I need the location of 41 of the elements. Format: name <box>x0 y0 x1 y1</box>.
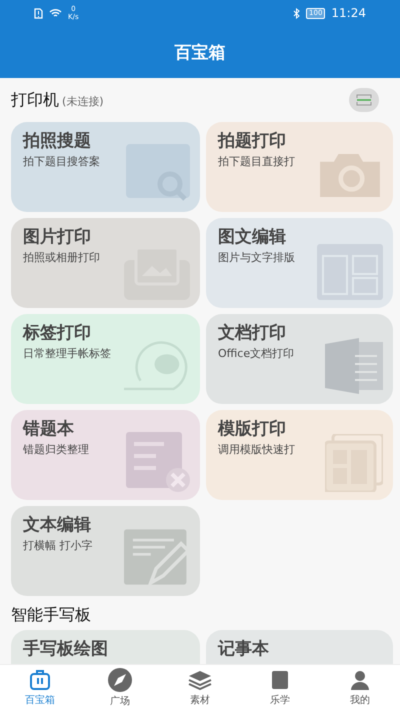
card-subtitle: Office文档打印 <box>218 346 296 361</box>
card-subtitle: 打横幅 打小字 <box>23 538 94 553</box>
card-title: 标签打印 <box>23 322 92 344</box>
feature-card[interactable]: 文本编辑 打横幅 打小字 <box>11 506 200 596</box>
card-subtitle: 拍下题目直接打 <box>218 154 296 169</box>
feature-card[interactable]: 图片打印 拍照或相册打印 <box>11 218 200 308</box>
card-title: 拍题打印 <box>218 130 287 152</box>
feature-card[interactable]: 拍题打印 拍下题目直接打 <box>206 122 393 212</box>
nav-tab[interactable]: 乐学 <box>240 665 320 711</box>
card-title: 错题本 <box>23 418 75 440</box>
feature-card[interactable]: 模版打印 调用模版快速打 <box>206 410 393 500</box>
nav-tab[interactable]: 素材 <box>160 665 240 711</box>
card-subtitle: 拍下题目搜答案 <box>23 154 101 169</box>
nav-tab[interactable]: 我的 <box>320 665 400 711</box>
feature-card[interactable]: 图文编辑 图片与文字排版 <box>206 218 393 308</box>
section-title: 打印机 <box>11 90 59 110</box>
card-title: 手写板绘图 <box>23 638 109 660</box>
clock-time: 11:24 <box>331 6 366 20</box>
card-title: 文本编辑 <box>23 514 92 536</box>
card-subtitle: 调用模版快速打 <box>218 442 296 457</box>
card-title: 文档打印 <box>218 322 287 344</box>
card-title: 图文编辑 <box>218 226 287 248</box>
card-title: 拍照搜题 <box>23 130 92 152</box>
card-subtitle: 错题归类整理 <box>23 442 90 457</box>
feature-card[interactable]: 拍照搜题 拍下题目搜答案 <box>11 122 200 212</box>
card-subtitle: 日常整理手帐标签 <box>23 346 112 361</box>
card-subtitle: 拍照或相册打印 <box>23 250 101 265</box>
feature-card[interactable]: 文档打印 Office文档打印 <box>206 314 393 404</box>
card-subtitle: 图片与文字排版 <box>218 250 296 265</box>
feature-card[interactable]: 记事本 <box>206 630 393 664</box>
section-title: 智能手写板 <box>11 604 91 626</box>
card-title: 记事本 <box>218 638 270 660</box>
connection-status: (未连接) <box>62 94 104 109</box>
page-title: 百宝箱 <box>174 42 226 64</box>
feature-card[interactable]: 手写板绘图 <box>11 630 200 664</box>
card-title: 模版打印 <box>218 418 287 440</box>
feature-card[interactable]: 标签打印 日常整理手帐标签 <box>11 314 200 404</box>
nav-tab[interactable]: 百宝箱 <box>0 665 80 711</box>
feature-card[interactable]: 错题本 错题归类整理 <box>11 410 200 500</box>
card-title: 图片打印 <box>23 226 92 248</box>
nav-tab[interactable]: 广场 <box>80 665 160 711</box>
